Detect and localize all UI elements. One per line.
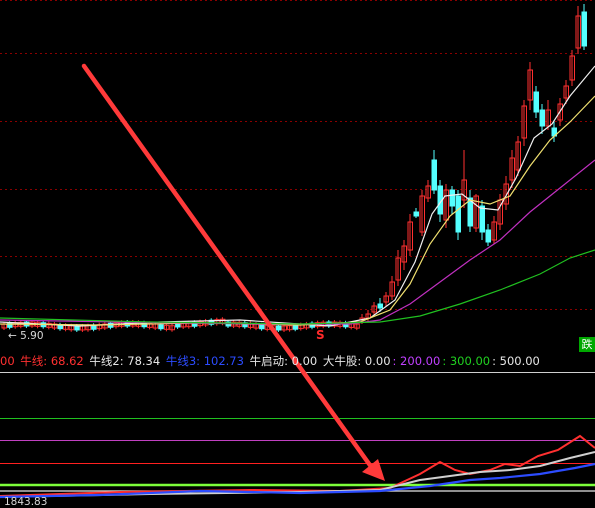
- bull-line-1: [0, 434, 595, 497]
- ma-yellow-line: [0, 95, 595, 326]
- legend-item: : 200.00: [392, 354, 441, 368]
- legend-item: 大牛股: 0.00: [319, 354, 391, 368]
- candle-body: [581, 11, 587, 47]
- ma-white-line: [0, 65, 595, 327]
- legend-item: 牛线2: 78.34: [85, 354, 161, 368]
- legend-item: 牛线3: 102.73: [162, 354, 244, 368]
- candle-body: [431, 159, 437, 191]
- candle-body: [259, 324, 265, 330]
- ma-green-line: [0, 249, 595, 325]
- bottom-axis-value: 1843.83: [4, 496, 48, 508]
- fall-tag[interactable]: 跌: [579, 337, 595, 352]
- candle-body: [74, 325, 80, 331]
- candle-body: [377, 303, 383, 309]
- stock-chart[interactable]: [0, 0, 595, 505]
- candle-body: [485, 229, 491, 243]
- candle-body: [479, 205, 485, 233]
- candle-body: [413, 211, 419, 217]
- legend-item: 牛启动: 0.00: [245, 354, 318, 368]
- moving-average-lines: [0, 65, 595, 327]
- price-grid: [0, 0, 595, 310]
- legend-item: 牛线: 68.62: [16, 354, 84, 368]
- legend-prefix: 00: [0, 354, 15, 368]
- price-low-label: ← 5.90: [8, 330, 44, 342]
- candle-body: [158, 324, 164, 330]
- candle-body: [533, 91, 539, 113]
- candle-body: [292, 324, 299, 330]
- candle-body: [449, 189, 455, 207]
- indicator-legend: 00 牛线: 68.62 牛线2: 78.34 牛线3: 102.73 牛启动:…: [0, 353, 595, 369]
- candlestick-series: [1, 4, 587, 332]
- legend-item: : 300.00: [442, 354, 491, 368]
- candle-body: [275, 325, 282, 331]
- candle-body: [539, 109, 545, 127]
- candle-body: [455, 195, 461, 233]
- sell-signal-mark: S: [316, 328, 325, 342]
- legend-item: : 500.00: [492, 354, 540, 368]
- indicator-panel: [0, 372, 595, 499]
